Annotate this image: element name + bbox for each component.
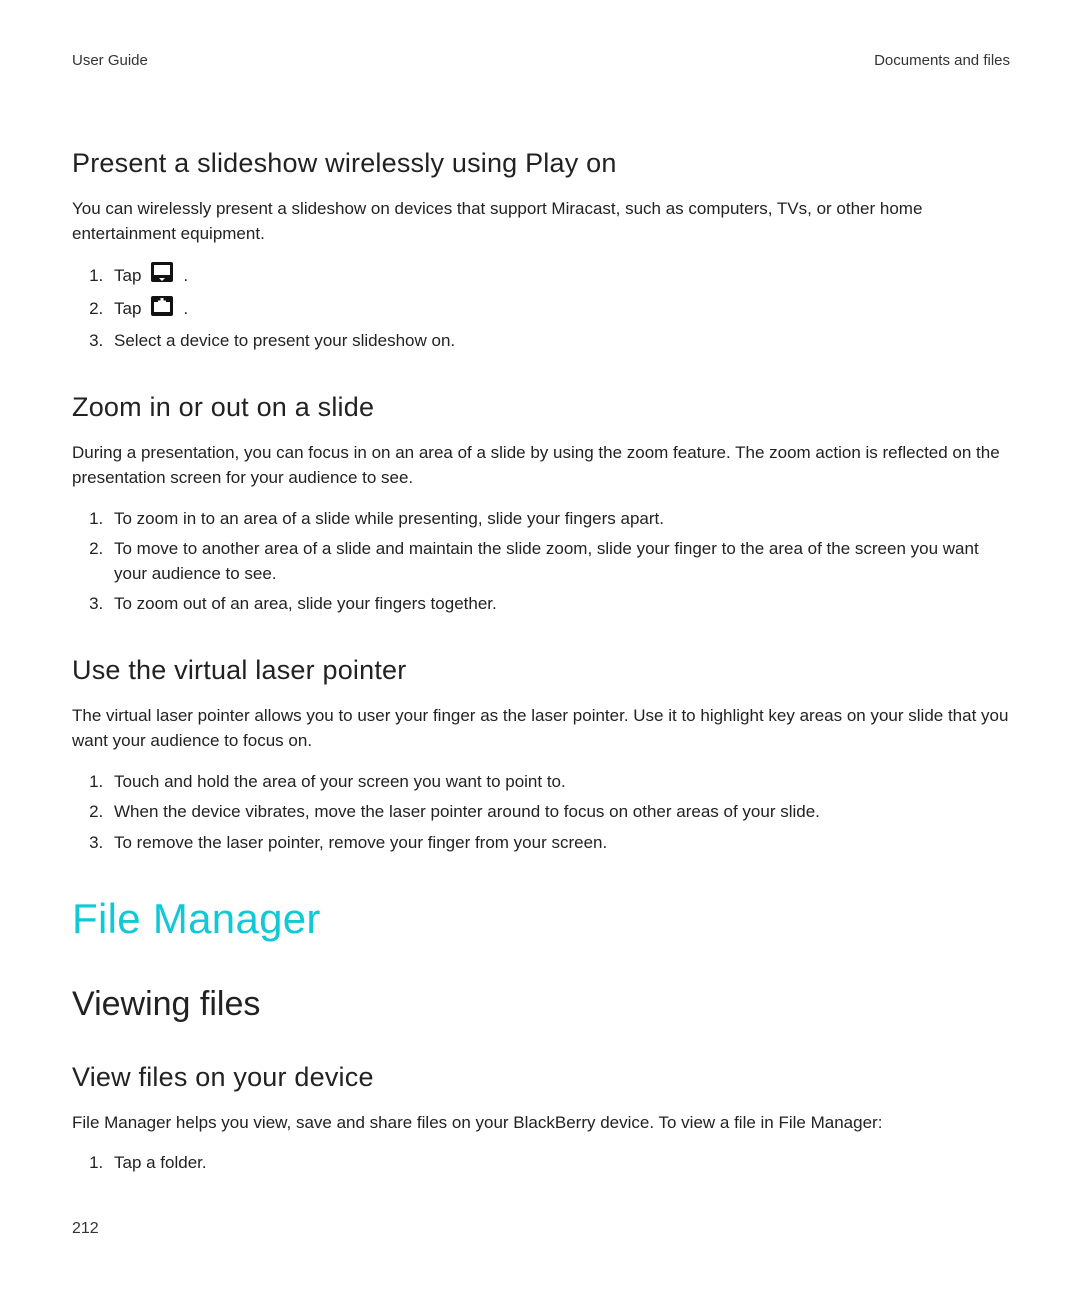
step-laser-3: To remove the laser pointer, remove your… [108,831,1010,856]
intro-present-slideshow: You can wirelessly present a slideshow o… [72,197,1010,246]
step-zoom-2: To move to another area of a slide and m… [108,537,1010,586]
step-laser-1: Touch and hold the area of your screen y… [108,770,1010,795]
step-present-3: Select a device to present your slidesho… [108,329,1010,354]
heading-view-files-device: View files on your device [72,1058,1010,1097]
page-container: User Guide Documents and files Present a… [0,0,1080,1296]
heading-file-manager: File Manager [72,889,1010,950]
step-present-1: Tap . [108,262,1010,290]
steps-present-slideshow: Tap . Tap [72,262,1010,354]
step-present-1-post: . [183,264,188,289]
heading-laser: Use the virtual laser pointer [72,651,1010,690]
heading-zoom: Zoom in or out on a slide [72,388,1010,427]
play-on-add-icon [151,296,173,324]
step-present-2-pre: Tap [114,297,141,322]
step-present-2: Tap . [108,296,1010,324]
intro-laser: The virtual laser pointer allows you to … [72,704,1010,753]
header-right: Documents and files [874,50,1010,72]
heading-viewing-files: Viewing files [72,980,1010,1029]
step-present-1-pre: Tap [114,264,141,289]
step-present-2-post: . [183,297,188,322]
running-header: User Guide Documents and files [72,50,1010,72]
steps-laser: Touch and hold the area of your screen y… [72,770,1010,856]
screen-share-icon [151,262,173,290]
intro-view-files-device: File Manager helps you view, save and sh… [72,1111,1010,1136]
header-left: User Guide [72,50,148,72]
step-zoom-3: To zoom out of an area, slide your finge… [108,592,1010,617]
steps-view-files-device: Tap a folder. [72,1151,1010,1176]
page-number: 212 [72,1217,99,1240]
step-viewfiles-1: Tap a folder. [108,1151,1010,1176]
intro-zoom: During a presentation, you can focus in … [72,441,1010,490]
step-laser-2: When the device vibrates, move the laser… [108,800,1010,825]
heading-present-slideshow: Present a slideshow wirelessly using Pla… [72,144,1010,183]
step-zoom-1: To zoom in to an area of a slide while p… [108,507,1010,532]
steps-zoom: To zoom in to an area of a slide while p… [72,507,1010,618]
